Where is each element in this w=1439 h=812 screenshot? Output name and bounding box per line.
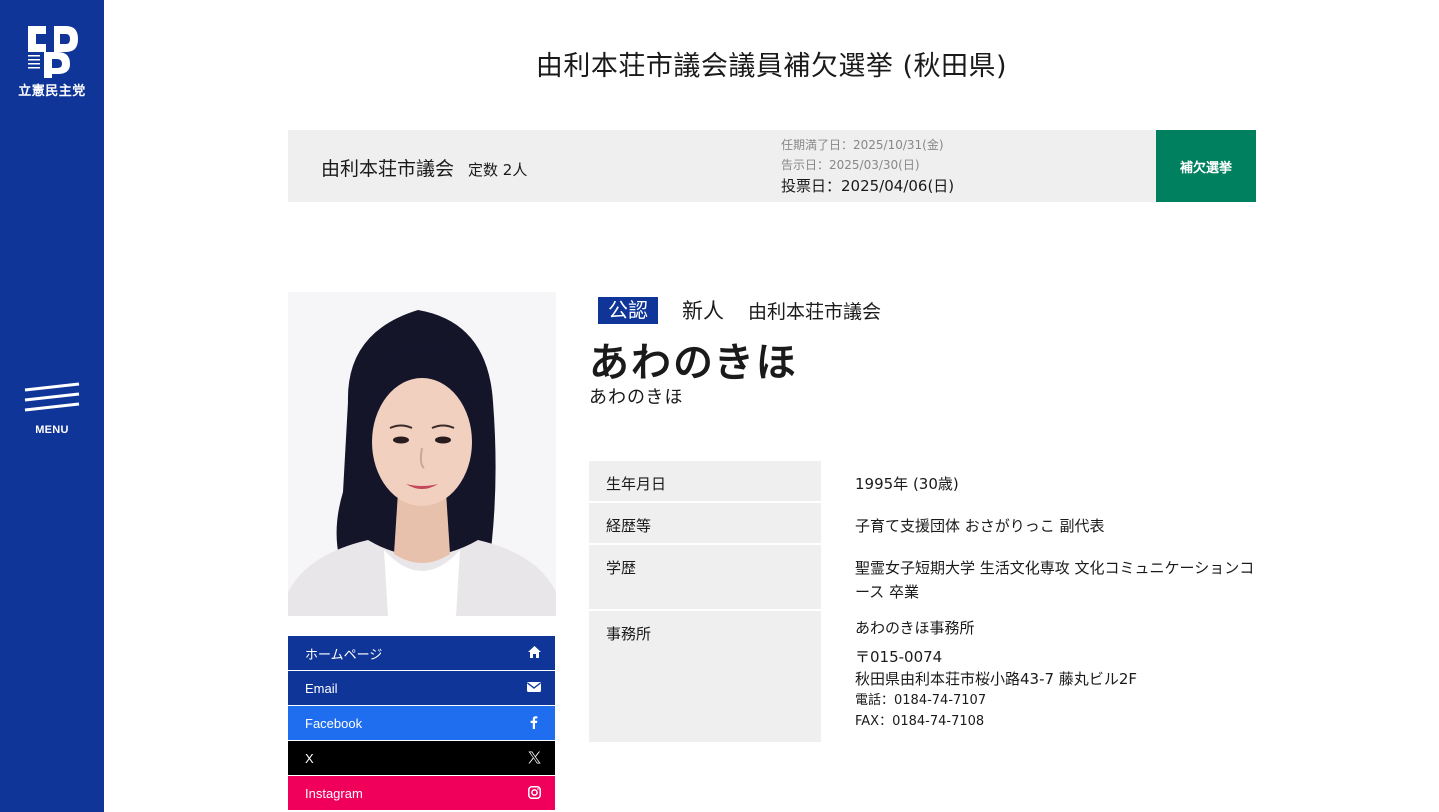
- sidebar: 立憲民主党 MENU: [0, 0, 104, 812]
- homepage-link-label: ホームページ: [305, 646, 383, 662]
- x-icon: [527, 750, 541, 764]
- office-phone: 電話：0184-74-7107: [855, 693, 987, 708]
- election-dates: 任期満了日：2025/10/31(金) 告示日：2025/03/30(日) 投票…: [781, 135, 954, 197]
- profile-value: 子育て支援団体 おさがりっこ 副代表: [855, 517, 1105, 535]
- candidate-council: 由利本荘市議会: [748, 300, 882, 323]
- facebook-link[interactable]: Facebook: [288, 706, 555, 740]
- council-name-text: 由利本荘市議会: [321, 158, 455, 180]
- facebook-icon: [527, 715, 541, 729]
- profile-table: 生年月日 1995年 (30歳) 経歴等 子育て支援団体 おさがりっこ 副代表 …: [589, 461, 1256, 744]
- seat-count: 定数 2人: [468, 161, 528, 179]
- office-details: あわのきほ事務所 〒015-0074 秋田県由利本荘市桜小路43-7 藤丸ビル2…: [821, 611, 1256, 742]
- profile-label: 事務所: [589, 611, 821, 742]
- announce-date: 告示日：2025/03/30(日): [781, 158, 920, 172]
- office-fax: FAX：0184-74-7108: [855, 714, 985, 729]
- office-name: あわのきほ事務所: [855, 619, 975, 637]
- council-name: 由利本荘市議会 定数 2人: [321, 154, 527, 181]
- profile-row-career: 経歴等 子育て支援団体 おさがりっこ 副代表: [589, 503, 1256, 543]
- vote-date: 投票日：2025/04/06(日): [781, 177, 955, 195]
- homepage-link[interactable]: ホームページ: [288, 636, 555, 670]
- candidate-photo: [288, 292, 556, 616]
- profile-value: 1995年 (30歳): [855, 475, 959, 493]
- page-title: 由利本荘市議会議員補欠選挙 (秋田県): [535, 51, 1008, 82]
- profile-row-birthdate: 生年月日 1995年 (30歳): [589, 461, 1256, 501]
- mail-icon: [527, 680, 541, 694]
- x-link-label: X: [305, 750, 314, 766]
- profile-row-education: 学歴 聖霊女子短期大学 生活文化専攻 文化コミュニケーションコース 卒業: [589, 545, 1256, 609]
- profile-label: 学歴: [589, 545, 821, 609]
- x-link[interactable]: X: [288, 741, 555, 775]
- instagram-icon: [527, 785, 541, 799]
- party-logo[interactable]: 立憲民主党: [14, 22, 90, 102]
- candidate-header: 公認 新人 由利本荘市議会: [598, 296, 881, 324]
- candidate-portrait-image: [288, 292, 556, 616]
- facebook-link-label: Facebook: [305, 715, 363, 731]
- profile-label: 生年月日: [589, 461, 821, 501]
- email-link-label: Email: [305, 680, 338, 696]
- menu-label: MENU: [35, 424, 69, 436]
- office-zip: 〒015-0074: [855, 648, 943, 666]
- menu-button[interactable]: MENU: [18, 374, 86, 444]
- instagram-link[interactable]: Instagram: [288, 776, 555, 810]
- logo-text: 立憲民主党: [18, 84, 86, 99]
- profile-label: 経歴等: [589, 503, 821, 543]
- social-links: ホームページ Email Facebook X Instagram: [288, 636, 555, 811]
- candidate-status: 新人: [682, 299, 724, 323]
- cdp-logo-icon: [28, 26, 78, 78]
- profile-value: 聖霊女子短期大学 生活文化専攻 文化コミュニケーションコース 卒業: [855, 559, 1255, 601]
- candidate-name: あわのきほ: [589, 340, 798, 386]
- term-end-date: 任期満了日：2025/10/31(金): [781, 138, 944, 152]
- candidate-kana: あわのきほ: [589, 387, 684, 408]
- profile-row-office: 事務所 あわのきほ事務所 〒015-0074 秋田県由利本荘市桜小路43-7 藤…: [589, 611, 1256, 742]
- office-address: 秋田県由利本荘市桜小路43-7 藤丸ビル2F: [855, 670, 1137, 688]
- home-icon: [527, 645, 541, 659]
- election-type-badge: 補欠選挙: [1156, 130, 1256, 202]
- election-info-bar: 由利本荘市議会 定数 2人 任期満了日：2025/10/31(金) 告示日：202…: [288, 130, 1256, 202]
- email-link[interactable]: Email: [288, 671, 555, 705]
- instagram-link-label: Instagram: [305, 785, 363, 801]
- hamburger-icon: [24, 382, 80, 412]
- official-badge: 公認: [598, 296, 658, 324]
